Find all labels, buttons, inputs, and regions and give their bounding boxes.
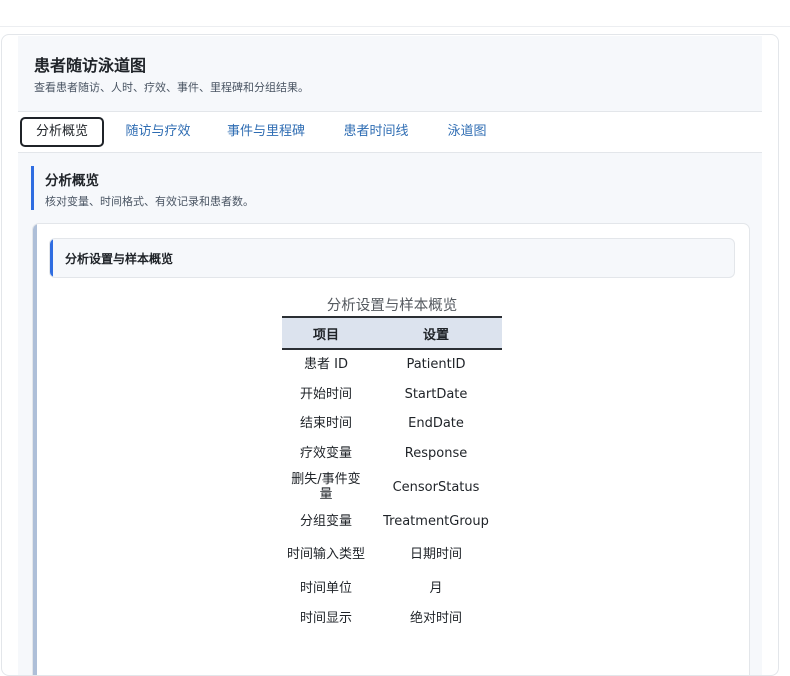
settings-panel: 分析设置与样本概览 分析设置与样本概览 项目 设置 患者 ID PatientI… (32, 223, 750, 675)
row-value: 月 (429, 581, 443, 597)
panel-header-accent (50, 239, 53, 277)
column-header-item: 项目 (282, 316, 370, 350)
overview-section: 分析概览 核对变量、时间格式、有效记录和患者数。 分析设置与样本概览 分析设置与… (18, 153, 762, 675)
table-row: 时间单位 月 (282, 574, 502, 604)
row-value: CensorStatus (392, 479, 480, 495)
panel-header: 分析设置与样本概览 (49, 238, 735, 278)
panel-title: 分析设置与样本概览 (65, 252, 174, 266)
row-item: 疗效变量 (299, 446, 352, 462)
row-item: 时间显示 (299, 610, 352, 626)
top-bar (0, 0, 790, 27)
row-item: 患者 ID (304, 357, 348, 373)
page-header: 患者随访泳道图 查看患者随访、人时、疗效、事件、里程碑和分组结果。 (18, 36, 762, 112)
table-caption: 分析设置与样本概览 (326, 298, 458, 314)
row-item: 时间输入类型 (286, 547, 365, 563)
section-title: 分析概览 (45, 173, 99, 189)
row-value: PatientID (406, 357, 466, 373)
row-item: 开始时间 (299, 386, 352, 402)
column-header-value: 设置 (370, 316, 502, 350)
tab-overview[interactable]: 分析概览 (20, 117, 104, 147)
row-value: EndDate (408, 416, 464, 432)
table-row: 删失/事件变量 CensorStatus (282, 468, 502, 506)
table-row: 患者 ID PatientID (282, 349, 502, 380)
tab-followup-response[interactable]: 随访与疗效 (114, 117, 202, 147)
table-row: 时间显示 绝对时间 (282, 604, 502, 634)
tab-events-milestones[interactable]: 事件与里程碑 (216, 117, 316, 147)
page-title: 患者随访泳道图 (34, 56, 147, 75)
table-row: 开始时间 StartDate (282, 380, 502, 410)
row-item: 时间单位 (299, 581, 352, 597)
section-subtitle: 核对变量、时间格式、有效记录和患者数。 (45, 195, 254, 208)
panel-accent-bar (33, 224, 37, 675)
page-subtitle: 查看患者随访、人时、疗效、事件、里程碑和分组结果。 (34, 81, 309, 94)
table-row: 时间输入类型 日期时间 (282, 536, 502, 574)
row-value: StartDate (404, 386, 468, 402)
tab-patient-timeline[interactable]: 患者时间线 (332, 117, 420, 147)
table-row: 结束时间 EndDate (282, 409, 502, 439)
row-value: Response (404, 446, 468, 462)
settings-table: 项目 设置 患者 ID PatientID 开始时间 StartDate 结束时… (282, 316, 502, 633)
tab-bar: 分析概览 随访与疗效 事件与里程碑 患者时间线 泳道图 (18, 112, 762, 153)
table-row: 疗效变量 Response (282, 439, 502, 469)
section-accent-bar (31, 166, 34, 210)
row-item: 删失/事件变量 (291, 472, 361, 503)
row-value: 绝对时间 (409, 610, 462, 626)
row-item: 分组变量 (299, 513, 352, 529)
main-card: 患者随访泳道图 查看患者随访、人时、疗效、事件、里程碑和分组结果。 分析概览 随… (1, 34, 779, 676)
table-row: 分组变量 TreatmentGroup (282, 506, 502, 536)
row-item: 结束时间 (299, 416, 352, 432)
tab-swimlane[interactable]: 泳道图 (434, 117, 500, 147)
row-value: TreatmentGroup (383, 513, 489, 529)
table-header-row: 项目 设置 (282, 316, 502, 350)
row-value: 日期时间 (409, 547, 462, 563)
